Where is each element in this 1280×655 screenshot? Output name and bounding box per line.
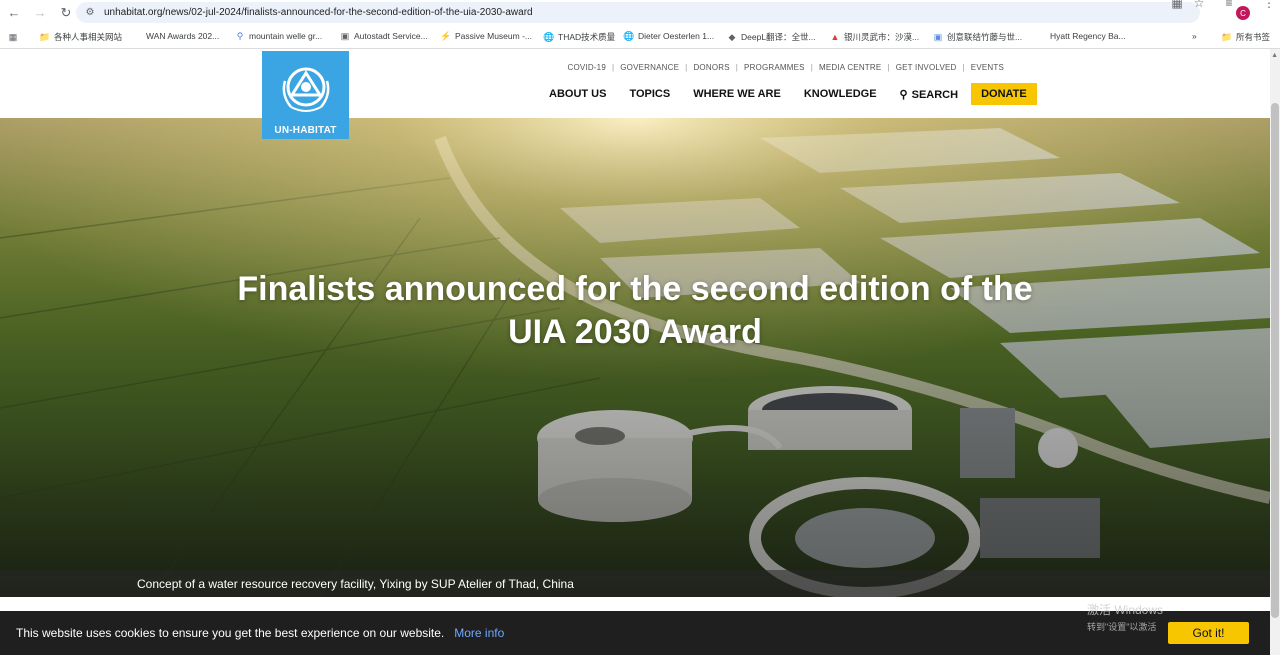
bolt-icon: ⚡ [440, 30, 452, 41]
site-icon: ▣ [340, 30, 350, 41]
nav-knowledge[interactable]: KNOWLEDGE [804, 88, 877, 100]
bookmark-item[interactable]: ▣ 创意联结竹藤与世... [933, 31, 1022, 43]
reload-icon[interactable]: ↻ [56, 3, 76, 23]
globe-icon: 🌐 [543, 31, 555, 42]
un-emblem-icon [282, 67, 329, 112]
main-nav: ABOUT US TOPICS WHERE WE ARE KNOWLEDGE ⚲… [549, 83, 1037, 105]
bookmark-item[interactable]: 🌐 THAD技术质量 [543, 31, 615, 43]
nav-where-we-are[interactable]: WHERE WE ARE [693, 88, 781, 100]
bookmarks-bar: ▦ 📁 各种人事相关网站 WAN Awards 202... ⚲ mountai… [0, 25, 1280, 49]
site-header: UN-HABITAT COVID-19 | GOVERNANCE | DONORS |… [0, 49, 1270, 139]
bookmark-item[interactable]: ◆ DeepL翻译：全世... [727, 31, 816, 43]
search-label: SEARCH [911, 88, 959, 101]
bookmark-item[interactable]: ⚡ Passive Museum -... [440, 30, 532, 42]
util-nav-governance[interactable]: GOVERNANCE [620, 63, 679, 72]
hero-banner: Finalists announced for the second editi… [0, 118, 1270, 597]
hero-title: Finalists announced for the second editi… [237, 270, 1033, 351]
cookie-banner: This website uses cookies to ensure you … [0, 611, 1270, 655]
scroll-thumb[interactable] [1271, 103, 1279, 618]
globe-icon: 🌐 [623, 30, 635, 41]
util-nav-events[interactable]: EVENTS [971, 63, 1004, 72]
donate-button[interactable]: DONATE [971, 83, 1037, 105]
menu-icon[interactable]: ⋮ [1260, 0, 1278, 12]
cookie-more-info-link[interactable]: More info [454, 626, 504, 640]
bookmark-item[interactable]: 📁 各种人事相关网站 [39, 31, 122, 43]
nav-search[interactable]: ⚲ SEARCH [900, 88, 959, 101]
all-bookmarks-button[interactable]: 📁 所有书签 [1221, 31, 1270, 43]
nav-topics[interactable]: TOPICS [629, 88, 670, 100]
forward-icon[interactable]: → [30, 3, 50, 23]
cookie-message: This website uses cookies to ensure you … [16, 626, 445, 640]
back-icon[interactable]: ← [4, 3, 24, 23]
bookmark-item[interactable]: ▲ 银川灵武市：沙漠... [830, 31, 920, 43]
deepl-icon: ◆ [728, 31, 736, 42]
search-icon: ⚲ [236, 30, 244, 41]
scroll-up-arrow-icon[interactable]: ▲ [1271, 52, 1278, 59]
nav-about-us[interactable]: ABOUT US [549, 88, 606, 100]
bookmark-item[interactable]: ▣ Autostadt Service... [340, 30, 428, 42]
windows-activation-watermark: 激活 Windows [1087, 603, 1164, 617]
image-icon: ▣ [933, 31, 943, 42]
cookie-accept-button[interactable]: Got it! [1168, 622, 1249, 644]
bookmark-item[interactable]: ⚲ mountain welle gr... [235, 30, 323, 42]
bookmark-star-icon[interactable]: ☆ [1190, 0, 1208, 12]
util-nav-donors[interactable]: DONORS [693, 63, 729, 72]
flame-icon: ▲ [830, 32, 840, 42]
util-nav-get-involved[interactable]: GET INVOLVED [896, 63, 957, 72]
util-nav-media-centre[interactable]: MEDIA CENTRE [819, 63, 881, 72]
bookmark-item[interactable]: Hyatt Regency Ba... [1050, 31, 1126, 41]
browser-toolbar: ← → ↻ ⚙ unhabitat.org/news/02-jul-2024/f… [0, 0, 1280, 25]
windows-activation-hint: 转到"设置"以激活 [1087, 622, 1157, 632]
utility-nav: COVID-19 | GOVERNANCE | DONORS | PROGRAMMES… [567, 63, 1004, 72]
util-nav-covid[interactable]: COVID-19 [567, 63, 606, 72]
folder-icon: 📁 [1221, 31, 1233, 42]
search-icon: ⚲ [899, 88, 908, 101]
logo-text: UN-HABITAT [274, 125, 337, 136]
bookmarks-overflow-button[interactable]: » [1192, 31, 1197, 41]
apps-icon[interactable]: ▦ [8, 32, 18, 42]
un-habitat-logo[interactable]: UN-HABITAT [262, 51, 349, 139]
hero-image [0, 118, 1270, 597]
folder-icon: 📁 [39, 31, 51, 42]
bookmark-item[interactable]: 🌐 Dieter Oesterlen 1... [623, 30, 714, 42]
url-text: unhabitat.org/news/02-jul-2024/finalists… [104, 7, 533, 18]
image-caption: Concept of a water resource recovery fac… [0, 570, 1270, 597]
site-info-icon[interactable]: ⚙ [84, 4, 96, 22]
profile-avatar[interactable]: C [1236, 6, 1250, 20]
util-nav-programmes[interactable]: PROGRAMMES [744, 63, 805, 72]
address-bar[interactable]: ⚙ unhabitat.org/news/02-jul-2024/finalis… [76, 2, 1200, 23]
bookmark-item[interactable]: WAN Awards 202... [146, 31, 219, 41]
translate-icon[interactable]: ▦ [1168, 0, 1186, 12]
